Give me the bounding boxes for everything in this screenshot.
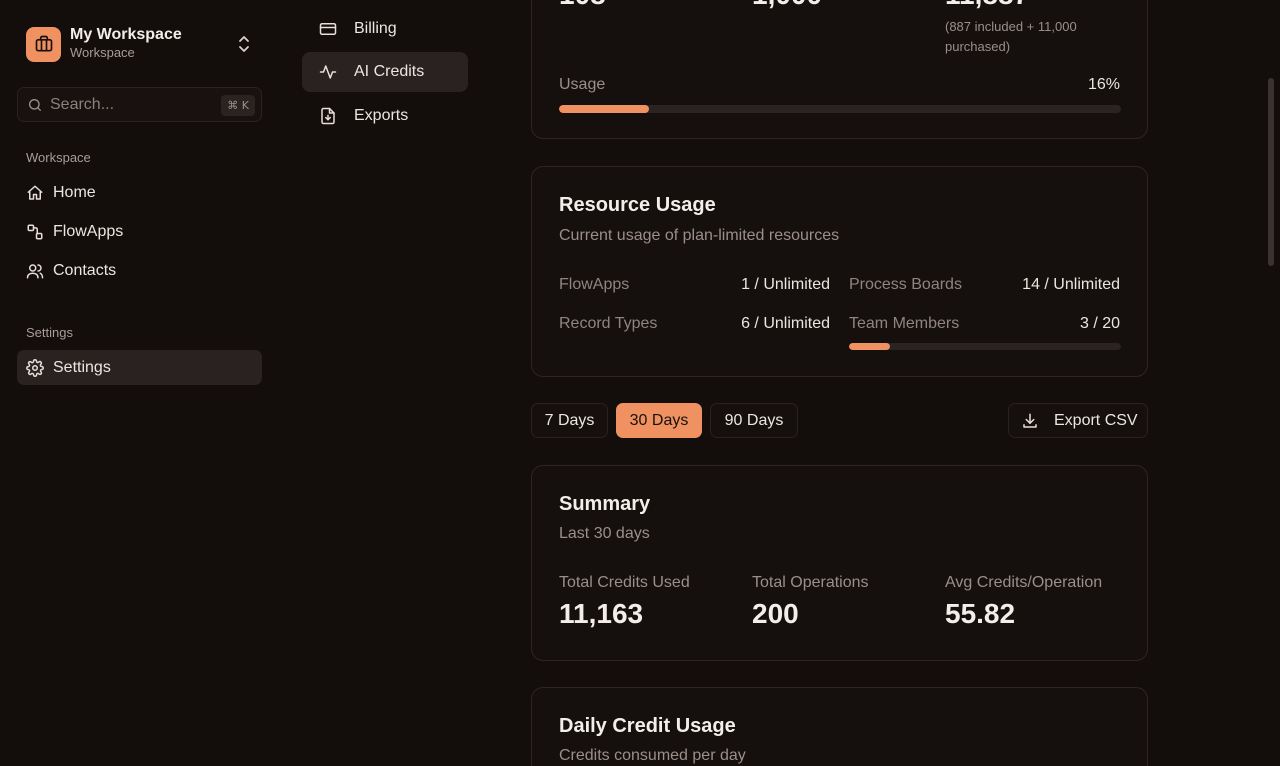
credits-detail-line1: (887 included + 11,000 [945,19,1077,34]
sidebar-item-label: Contacts [53,261,117,279]
summary-card: Summary Last 30 days Total Credits Used … [531,465,1148,661]
resource-label-flowapps: FlowApps [559,276,630,293]
team-members-progress-fill [849,343,890,350]
range-90-days-button[interactable]: 90 Days [710,403,798,438]
subnav-item-label: AI Credits [354,63,425,80]
card-title: Resource Usage [559,194,716,216]
section-label-settings: Settings [26,325,73,340]
usage-progress-bar [559,105,1121,113]
credits-stat-included: 1,000 [752,0,822,11]
search-shortcut-badge: ⌘ K [221,95,255,116]
chevron-up-down-icon [239,36,249,52]
usage-label: Usage [559,76,606,93]
stat-value-total-credits: 11,163 [559,598,644,629]
resource-label-record-types: Record Types [559,315,658,332]
search-icon [29,98,41,111]
subnav-item-billing[interactable]: Billing [302,9,468,49]
resource-label-process-boards: Process Boards [849,276,962,293]
file-export-icon [319,107,337,125]
sidebar-item-label: Settings [53,358,111,376]
workspace-name: My Workspace [70,26,182,43]
sidebar: My Workspace Workspace Search... ⌘ K Wor… [0,0,280,766]
resource-value-process-boards: 14 / Unlimited [1022,276,1120,293]
stat-value-avg-credits: 55.82 [945,598,1016,629]
sidebar-item-label: FlowApps [53,222,124,240]
card-title: Daily Credit Usage [559,715,736,737]
section-label-workspace: Workspace [26,150,91,165]
flowapps-icon [26,223,44,241]
contacts-icon [26,262,44,280]
stat-label-avg-credits: Avg Credits/Operation [945,574,1103,591]
workspace-logo [26,26,61,62]
resource-value-team-members: 3 / 20 [1079,315,1120,332]
search-input[interactable]: Search... ⌘ K [17,87,262,122]
resource-usage-card: Resource Usage Current usage of plan-lim… [531,166,1148,377]
credit-card-icon [319,20,337,38]
resource-label-team-members: Team Members [849,315,960,332]
briefcase-icon [35,35,52,52]
sidebar-item-contacts[interactable]: Contacts [17,253,262,288]
usage-percent: 16% [1087,76,1120,93]
download-icon [1023,413,1037,428]
gear-icon [26,358,44,377]
workspace-subtitle: Workspace [70,45,135,60]
main-scrollbar[interactable] [1268,78,1274,266]
resource-value-record-types: 6 / Unlimited [741,315,830,332]
export-csv-button[interactable]: Export CSV [1008,403,1148,438]
activity-icon [319,63,337,81]
credits-overview-card: 108 1,000 11,887 (887 included + 11,000 … [531,0,1148,139]
stat-value-total-operations: 200 [752,598,799,629]
search-placeholder: Search... [50,95,115,113]
card-subtitle: Current usage of plan-limited resources [559,227,840,244]
credits-stat-used: 108 [559,0,606,11]
subnav-item-label: Billing [354,20,397,37]
card-subtitle: Credits consumed per day [559,747,746,764]
workspace-switcher[interactable]: My Workspace Workspace [26,26,262,62]
subnav-item-exports[interactable]: Exports [302,96,468,136]
usage-progress-fill [559,105,649,113]
subnav-item-label: Exports [354,107,409,124]
sidebar-item-flowapps[interactable]: FlowApps [17,214,262,249]
team-members-progress-bar [849,343,1121,350]
card-title: Summary [559,493,651,515]
export-csv-label: Export CSV [1054,411,1138,429]
home-icon [26,184,44,202]
credits-detail-line2: purchased) [945,39,1011,54]
range-7-days-button[interactable]: 7 Days [531,403,608,438]
card-subtitle: Last 30 days [559,525,650,542]
resource-value-flowapps: 1 / Unlimited [741,276,830,293]
range-30-days-button[interactable]: 30 Days [616,403,702,438]
stat-label-total-credits: Total Credits Used [559,574,690,591]
credits-stat-available: 11,887 [945,0,1029,11]
sidebar-item-settings[interactable]: Settings [17,350,262,385]
sidebar-item-label: Home [53,183,96,201]
stat-label-total-operations: Total Operations [752,574,869,591]
subnav-item-ai-credits[interactable]: AI Credits [302,52,468,92]
sidebar-item-home[interactable]: Home [17,175,262,210]
daily-credit-usage-card: Daily Credit Usage Credits consumed per … [531,687,1148,766]
